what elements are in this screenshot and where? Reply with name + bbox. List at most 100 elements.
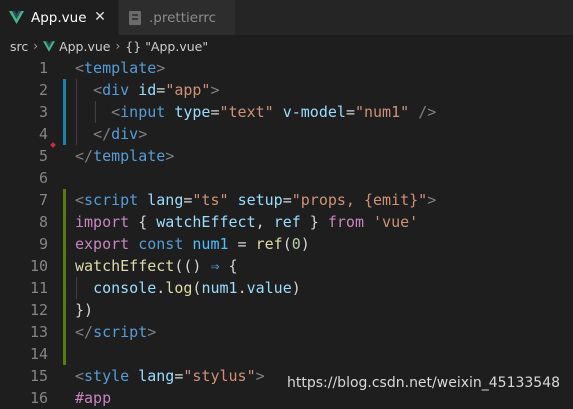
code-token: "num1" [354,103,410,121]
code-line[interactable]: 3 <input type="text" v-model="num1" /> [0,101,573,123]
code-token: ⇒ [210,257,220,275]
code-token: from [327,213,364,231]
line-number: 9 [38,235,48,253]
code-token: console [93,279,157,297]
code-text: watchEffect(() ⇒ { [75,255,238,277]
code-token: num1 [201,279,238,297]
code-editor[interactable]: 1 <template> 2 <div id="app"> 3 <input type… [0,57,573,407]
line-number: 12 [29,301,48,319]
code-token: < [75,191,85,209]
code-token: input [120,103,166,121]
code-token: setup [237,191,283,209]
vue-logo-icon [9,11,24,24]
code-token: lang [138,367,175,385]
code-text: </div> [75,123,147,145]
watermark: https://blog.csdn.net/weixin_45133548 [287,375,561,391]
code-line[interactable]: 9 export const num1 = ref(0) [0,233,573,255]
line-number: 16 [29,389,48,407]
chevron-right-icon: › [115,39,121,53]
code-token: </ [75,147,94,165]
code-token: watchEffect [156,213,256,231]
code-token: const [138,235,184,253]
code-line[interactable]: 4 </div> [0,123,573,145]
code-token: "ts" [192,191,229,209]
code-token: script [84,191,139,209]
code-token: > [156,59,166,77]
code-token: "text" [219,103,274,121]
code-token: , [255,213,274,231]
vue-logo-icon [43,40,56,52]
code-line[interactable]: 10 watchEffect(() ⇒ { [0,255,573,277]
code-line[interactable]: 5 </template> [0,145,573,167]
code-line[interactable]: 6 [0,167,573,189]
code-token: 'vue' [373,213,419,231]
breadcrumb-symbol[interactable]: "App.vue" [145,39,208,54]
tab-app-vue[interactable]: App.vue ✕ [0,0,118,35]
code-token: < [75,59,85,77]
code-token: . [156,279,166,297]
code-text: }) [75,299,93,321]
breadcrumb-folder[interactable]: src [10,39,28,54]
code-text: <template> [75,57,165,79]
editor-tab-bar: App.vue ✕ .prettierrc [0,0,573,35]
code-token: /> [418,103,437,121]
close-icon[interactable]: ✕ [92,9,108,25]
code-token: template [84,59,157,77]
code-token: "props, {emit}" [291,191,428,209]
braces-icon: {} [125,38,142,54]
code-token: #app [75,389,112,407]
code-token: style [84,367,130,385]
tab-label: .prettierrc [149,9,217,26]
code-line[interactable]: 13 </script> [0,321,573,343]
tab-label: App.vue [31,9,87,26]
breadcrumb-file[interactable]: App.vue [59,39,110,54]
chevron-right-icon: › [33,39,39,53]
code-token: ref [273,213,301,231]
code-text: <script lang="ts" setup="props, {emit}"> [75,189,436,211]
code-token: v-model [282,103,346,121]
code-text: import { watchEffect, ref } from 'vue' [75,211,418,233]
code-line[interactable]: 1 <template> [0,57,573,79]
code-token: script [93,323,148,341]
code-token: id [138,81,157,99]
code-text: <style lang="stylus"> [75,365,265,387]
code-text: </template> [75,145,174,167]
code-token: > [165,147,175,165]
line-number: 13 [29,323,48,341]
code-token: = [282,191,292,209]
code-token: import [75,213,130,231]
code-token: 0 [291,235,301,253]
line-number: 5 [38,147,48,165]
code-line[interactable]: 2 <div id="app"> [0,79,573,101]
code-token: = [210,103,220,121]
code-token: "app" [165,81,211,99]
code-token: "stylus" [183,367,256,385]
code-line[interactable]: 7 <script lang="ts" setup="props, {emit}"… [0,189,573,211]
code-token: = [345,103,355,121]
code-token: num1 [192,235,229,253]
file-icon [129,10,141,25]
code-line[interactable]: 8 import { watchEffect, ref } from 'vue' [0,211,573,233]
code-token: = [156,81,166,99]
code-line[interactable]: 12}) [0,299,573,321]
code-token: div [102,81,130,99]
code-token: > [147,323,157,341]
tab-prettierrc[interactable]: .prettierrc [119,0,235,35]
line-number: 8 [38,213,48,231]
code-token: > [138,125,148,143]
code-line[interactable]: 11 console.log(num1.value) [0,277,573,299]
code-token: { [129,213,157,231]
code-token: template [93,147,166,165]
code-text: <div id="app"> [75,79,219,101]
code-token: } [300,213,328,231]
code-line[interactable]: 14 [0,343,573,365]
line-number: 3 [38,103,48,121]
line-number: 14 [29,345,48,363]
